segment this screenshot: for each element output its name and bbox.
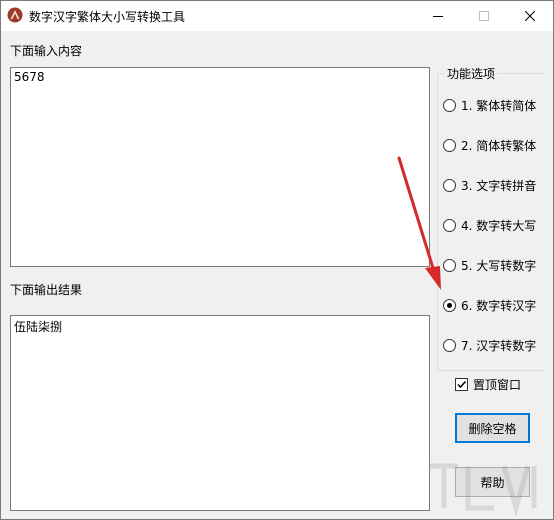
radio-label: 5. 大写转数字 bbox=[461, 258, 537, 273]
maximize-button[interactable] bbox=[461, 1, 507, 31]
topmost-label: 置顶窗口 bbox=[473, 377, 522, 392]
delete-spaces-button[interactable]: 删除空格 bbox=[455, 413, 530, 443]
watermark-logo bbox=[430, 463, 537, 516]
minimize-icon bbox=[433, 16, 443, 17]
input-label: 下面输入内容 bbox=[10, 44, 83, 58]
radio-simplified-to-traditional[interactable]: 2. 简体转繁体 bbox=[443, 136, 536, 154]
output-textarea[interactable]: 伍陆柒捌 bbox=[10, 315, 430, 511]
minimize-button[interactable] bbox=[415, 1, 461, 31]
app-logo-icon bbox=[7, 7, 23, 23]
radio-label: 3. 文字转拼音 bbox=[461, 178, 537, 193]
checkmark-icon bbox=[457, 380, 467, 388]
radio-text-to-pinyin[interactable]: 3. 文字转拼音 bbox=[443, 176, 536, 194]
radio-chinese-to-number[interactable]: 7. 汉字转数字 bbox=[443, 336, 536, 354]
radio-indicator bbox=[443, 98, 456, 112]
topmost-checkbox-row[interactable]: 置顶窗口 bbox=[455, 376, 521, 392]
radio-number-to-uppercase[interactable]: 4. 数字转大写 bbox=[443, 216, 536, 234]
radio-label: 2. 简体转繁体 bbox=[461, 138, 537, 153]
options-group-label: 功能选项 bbox=[445, 65, 498, 82]
maximize-icon bbox=[479, 11, 489, 21]
radio-indicator bbox=[443, 338, 456, 352]
topmost-checkbox[interactable] bbox=[455, 377, 468, 391]
output-label: 下面输出结果 bbox=[10, 283, 83, 297]
window-title: 数字汉字繁体大小写转换工具 bbox=[29, 10, 186, 24]
close-icon bbox=[525, 11, 535, 21]
radio-indicator-checked bbox=[443, 298, 456, 312]
radio-uppercase-to-number[interactable]: 5. 大写转数字 bbox=[443, 256, 536, 274]
radio-label: 4. 数字转大写 bbox=[461, 218, 537, 233]
radio-indicator bbox=[443, 258, 456, 272]
radio-number-to-chinese[interactable]: 6. 数字转汉字 bbox=[443, 296, 536, 314]
radio-indicator bbox=[443, 218, 456, 232]
radio-indicator bbox=[443, 138, 456, 152]
main-window: 数字汉字繁体大小写转换工具 下面输入内容 5678 下面输出结果 伍陆柒捌 功能… bbox=[0, 0, 554, 520]
title-bar[interactable]: 数字汉字繁体大小写转换工具 bbox=[1, 1, 553, 31]
close-button[interactable] bbox=[507, 1, 553, 31]
input-textarea[interactable]: 5678 bbox=[10, 67, 430, 267]
radio-label: 7. 汉字转数字 bbox=[461, 338, 537, 353]
radio-indicator bbox=[443, 178, 456, 192]
radio-label: 1. 繁体转简体 bbox=[461, 98, 537, 113]
radio-label: 6. 数字转汉字 bbox=[461, 298, 537, 313]
radio-traditional-to-simplified[interactable]: 1. 繁体转简体 bbox=[443, 96, 536, 114]
